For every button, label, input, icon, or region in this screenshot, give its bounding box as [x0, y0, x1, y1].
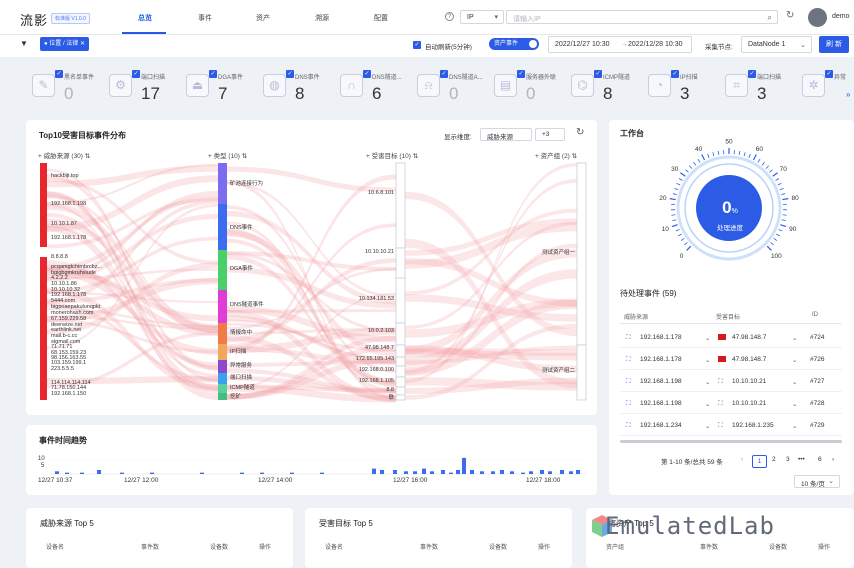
gauge-tick-label: 90: [789, 226, 797, 233]
gauge-tick-label: 20: [659, 195, 667, 202]
table-row[interactable]: ⛶ 192.168.1.178 ⌄ 47.98.148.7 ⌄ #724: [620, 328, 842, 348]
gauge-tick-label: 50: [725, 139, 733, 146]
watermark: EmulatedLab: [605, 512, 775, 540]
row-source-dropdown-icon[interactable]: ⌄: [705, 356, 710, 364]
row-target-dropdown-icon[interactable]: ⌄: [792, 334, 797, 342]
row-id-link[interactable]: #724: [810, 334, 824, 341]
network-icon: ⛶: [626, 378, 631, 386]
th-source[interactable]: 威胁来源: [624, 312, 648, 321]
row-source: 192.168.1.234: [640, 422, 682, 429]
row-target: 10.10.10.21: [732, 378, 766, 385]
row-id-link[interactable]: #728: [810, 400, 824, 407]
network-icon: ⛶: [718, 378, 723, 386]
gauge-tick-label: 60: [756, 146, 764, 153]
network-icon: ⛶: [718, 400, 723, 408]
threat-th-events: 事件数: [141, 542, 159, 551]
asset-th-events: 事件数: [700, 542, 718, 551]
network-icon: ⛶: [626, 356, 631, 364]
threat-top5-panel: [26, 508, 293, 568]
page-summary: 第 1-10 条/总共 59 条: [661, 456, 723, 466]
gauge-tick-label: 0: [680, 253, 684, 260]
asset-th-group: 资产组: [606, 542, 624, 551]
row-source: 192.168.1.178: [640, 356, 682, 363]
network-icon: ⛶: [626, 334, 631, 342]
gauge-tick-label: 10: [662, 226, 670, 233]
row-id-link[interactable]: #726: [810, 356, 824, 363]
network-icon: ⛶: [626, 400, 631, 408]
prev-page[interactable]: ‹: [741, 456, 743, 463]
table-row[interactable]: ⛶ 192.168.1.178 ⌄ 47.98.148.7 ⌄ #726: [620, 350, 842, 370]
flag-icon: [718, 334, 729, 341]
gauge-tick-label: 80: [792, 195, 800, 202]
row-target-dropdown-icon[interactable]: ⌄: [792, 400, 797, 408]
row-target-dropdown-icon[interactable]: ⌄: [792, 378, 797, 386]
row-source: 192.168.1.198: [640, 400, 682, 407]
row-target-dropdown-icon[interactable]: ⌄: [792, 422, 797, 430]
victim-th-device: 设备名: [325, 542, 343, 551]
row-target: 47.98.148.7: [732, 356, 766, 363]
row-source-dropdown-icon[interactable]: ⌄: [705, 400, 710, 408]
page-size-select[interactable]: 10 条/页⌄: [794, 475, 840, 488]
row-target: 47.98.148.7: [732, 334, 766, 341]
row-source: 192.168.1.178: [640, 334, 682, 341]
page-1[interactable]: 1: [752, 455, 767, 468]
row-target: 10.10.10.21: [732, 400, 766, 407]
row-id-link[interactable]: #727: [810, 378, 824, 385]
network-icon: ⛶: [718, 422, 723, 430]
threat-top5-title: 威胁来源 Top 5: [40, 518, 94, 529]
row-target-dropdown-icon[interactable]: ⌄: [792, 356, 797, 364]
table-scrollbar[interactable]: [620, 440, 842, 443]
row-source-dropdown-icon[interactable]: ⌄: [705, 378, 710, 386]
table-row[interactable]: ⛶ 192.168.1.234 ⌄ ⛶ 192.168.1.235 ⌄ #729: [620, 416, 842, 436]
victim-top5-panel: [305, 508, 572, 568]
victim-top5-title: 受害目标 Top 5: [319, 518, 373, 529]
row-source-dropdown-icon[interactable]: ⌄: [705, 334, 710, 342]
flag-icon: [718, 356, 729, 363]
page-ellipsis[interactable]: •••: [798, 456, 805, 463]
threat-th-device: 设备名: [46, 542, 64, 551]
victim-th-events: 事件数: [420, 542, 438, 551]
gauge-tick-label: 100: [771, 253, 782, 260]
page-2[interactable]: 2: [772, 456, 776, 463]
th-target[interactable]: 受害目标: [716, 312, 740, 321]
progress-gauge: 0 10 20 30 40 50 60 70 80 90 100: [0, 0, 854, 552]
next-page[interactable]: ›: [832, 456, 834, 463]
victim-th-ops: 操作: [538, 542, 550, 551]
asset-th-count: 设备数: [769, 542, 787, 551]
threat-th-count: 设备数: [210, 542, 228, 551]
table-row[interactable]: ⛶ 192.168.1.198 ⌄ ⛶ 10.10.10.21 ⌄ #728: [620, 394, 842, 414]
network-icon: ⛶: [626, 422, 631, 430]
china-flag-icon: [718, 356, 726, 362]
row-target: 192.168.1.235: [732, 422, 774, 429]
threat-th-ops: 操作: [259, 542, 271, 551]
gauge-value: 0%: [700, 198, 760, 218]
gauge-tick-label: 70: [780, 166, 788, 173]
page-3[interactable]: 3: [786, 456, 790, 463]
th-id[interactable]: ID: [812, 312, 818, 318]
gauge-tick-label: 30: [671, 166, 679, 173]
china-flag-icon: [718, 334, 726, 340]
asset-th-ops: 操作: [818, 542, 830, 551]
gauge-label: 处理进度: [700, 222, 760, 232]
row-source-dropdown-icon[interactable]: ⌄: [705, 422, 710, 430]
gauge-tick-label: 40: [695, 146, 703, 153]
page-6[interactable]: 6: [818, 456, 822, 463]
row-id-link[interactable]: #729: [810, 422, 824, 429]
row-source: 192.168.1.198: [640, 378, 682, 385]
table-row[interactable]: ⛶ 192.168.1.198 ⌄ ⛶ 10.10.10.21 ⌄ #727: [620, 372, 842, 392]
victim-th-count: 设备数: [489, 542, 507, 551]
pending-title: 待处理事件 (59): [620, 288, 676, 299]
